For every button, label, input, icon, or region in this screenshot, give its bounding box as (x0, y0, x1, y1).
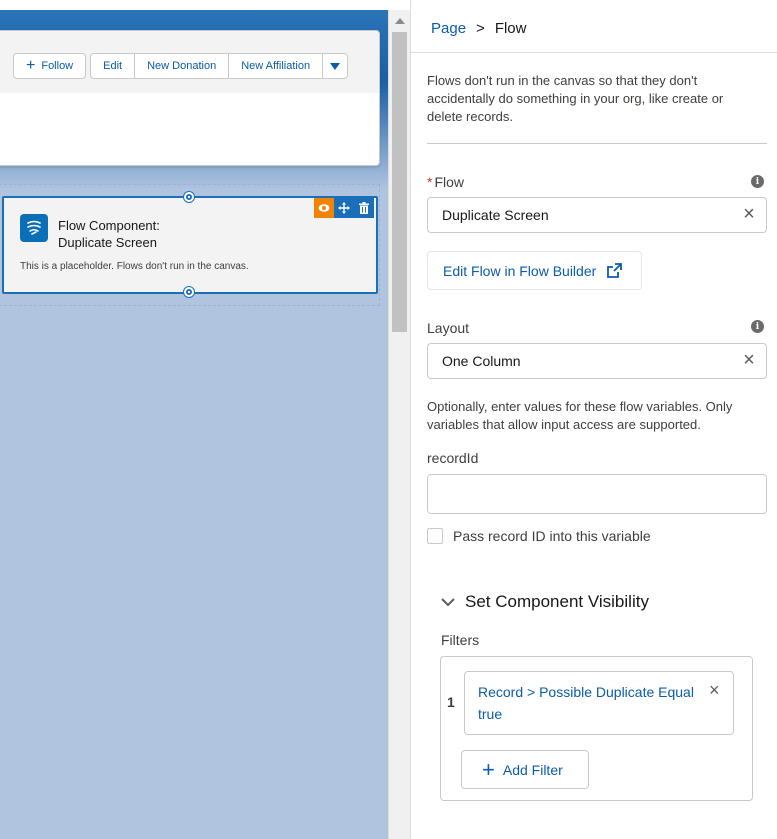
edit-flow-label: Edit Flow in Flow Builder (443, 262, 597, 279)
layout-combobox-value: One Column (442, 353, 521, 369)
layout-combobox[interactable]: One Column × (427, 343, 767, 379)
plus-icon: + (482, 756, 495, 782)
add-filter-button[interactable]: + Add Filter (461, 750, 589, 789)
flow-combobox-value: Duplicate Screen (442, 207, 549, 223)
pass-record-id-checkbox[interactable] (427, 528, 443, 544)
resize-handle-bottom[interactable] (184, 287, 194, 297)
flow-component-title-line2: Duplicate Screen (58, 235, 157, 250)
flow-label-text: Flow (434, 174, 465, 190)
filter-condition-link[interactable]: Record > Possible Duplicate Equal true (478, 681, 703, 725)
breadcrumb-separator: > (476, 20, 485, 37)
record-id-input[interactable] (427, 474, 767, 514)
action-button-group: Edit New Donation New Affiliation (90, 53, 349, 79)
pass-record-id-row[interactable]: Pass record ID into this variable (427, 528, 651, 544)
flow-component-title: Flow Component: Duplicate Screen (58, 217, 160, 251)
close-icon[interactable]: × (740, 350, 758, 370)
flow-component-title-line1: Flow Component: (58, 218, 160, 233)
visibility-section-header[interactable]: Set Component Visibility (441, 592, 649, 612)
record-id-label: recordId (427, 450, 479, 466)
move-icon[interactable] (334, 198, 354, 218)
builder-canvas: + Follow Edit New Donation New Affiliati… (0, 0, 388, 839)
breadcrumb-current: Flow (494, 20, 527, 37)
record-header-card[interactable]: + Follow Edit New Donation New Affiliati… (0, 30, 380, 166)
close-icon[interactable]: × (740, 204, 758, 224)
info-icon[interactable]: i (751, 175, 764, 188)
external-link-icon (607, 263, 623, 278)
resize-handle-top[interactable] (184, 192, 194, 202)
new-affiliation-button[interactable]: New Affiliation (228, 53, 324, 79)
flow-icon (20, 214, 48, 242)
property-panel: Page > Flow Flows don't run in the canva… (410, 0, 777, 839)
follow-label: Follow (41, 60, 74, 72)
edit-button[interactable]: Edit (90, 53, 136, 79)
layout-field-label: Layout (427, 320, 470, 336)
add-filter-label: Add Filter (502, 761, 563, 778)
canvas-scrollbar[interactable] (388, 10, 410, 839)
scrollbar-thumb[interactable] (392, 32, 407, 332)
chevron-down-icon (330, 62, 341, 70)
breadcrumb: Page > Flow (431, 20, 526, 37)
flow-placeholder-note: This is a placeholder. Flows don't run i… (20, 261, 249, 272)
breadcrumb-divider (411, 52, 777, 53)
plus-icon: + (26, 57, 36, 74)
canvas-top-border (0, 0, 388, 10)
filters-label: Filters (441, 632, 480, 648)
flow-field-label: * Flow (427, 174, 464, 190)
chevron-down-icon (441, 598, 455, 607)
edit-flow-button[interactable]: Edit Flow in Flow Builder (427, 251, 642, 290)
new-donation-button[interactable]: New Donation (134, 53, 230, 79)
trash-icon[interactable] (354, 198, 374, 218)
pass-record-id-label: Pass record ID into this variable (453, 528, 651, 544)
scroll-up-arrow-icon[interactable] (395, 18, 405, 24)
follow-button[interactable]: + Follow (13, 53, 87, 79)
info-icon[interactable]: i (751, 320, 764, 333)
header-action-buttons: + Follow Edit New Donation New Affiliati… (13, 53, 349, 79)
flow-variables-help: Optionally, enter values for these flow … (427, 399, 733, 432)
breadcrumb-page-link[interactable]: Page (431, 20, 466, 37)
required-marker: * (427, 174, 433, 190)
component-toolbar (314, 198, 374, 218)
visibility-header-label: Set Component Visibility (465, 592, 649, 611)
more-actions-button[interactable] (322, 53, 349, 79)
flow-info-text: Flows don't run in the canvas so that th… (427, 73, 724, 124)
section-divider (427, 143, 767, 144)
eye-icon[interactable] (314, 198, 334, 218)
filter-number: 1 (447, 694, 455, 710)
flow-combobox[interactable]: Duplicate Screen × (427, 197, 767, 233)
close-icon[interactable]: × (709, 680, 720, 701)
